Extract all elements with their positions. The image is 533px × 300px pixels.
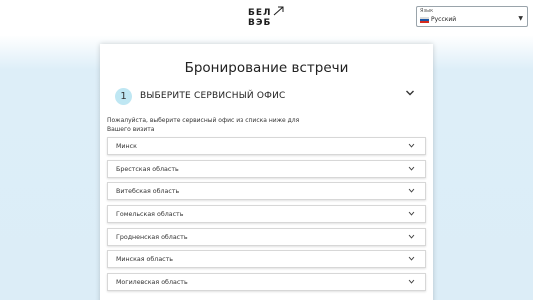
region-item-vitebsk[interactable]: Витебская область — [107, 182, 426, 200]
logo-mark-icon — [273, 6, 284, 16]
chevron-down-icon — [408, 256, 415, 261]
step-hint-text: Пожалуйста, выберите сервисный офис из с… — [107, 117, 300, 133]
region-label: Брестская область — [116, 166, 179, 173]
chevron-down-icon — [406, 90, 414, 96]
chevron-down-icon — [408, 143, 415, 148]
chevron-down-icon — [408, 166, 415, 171]
page-title: Бронирование встречи — [184, 60, 349, 76]
chevron-down-icon — [408, 211, 415, 216]
region-item-brest[interactable]: Брестская область — [107, 160, 426, 178]
region-item-mogilev[interactable]: Могилевская область — [107, 273, 426, 291]
header: БЕЛ ВЭБ Язык Русский ▼ — [0, 0, 533, 36]
language-caption: Язык — [420, 8, 434, 14]
chevron-down-icon: ▼ — [518, 15, 523, 22]
step-title[interactable]: ВЫБЕРИТЕ СЕРВИСНЫЙ ОФИС — [140, 91, 286, 101]
region-label: Витебская область — [116, 188, 180, 195]
russia-flag-icon — [420, 17, 429, 23]
booking-card: Бронирование встречи 1 ВЫБЕРИТЕ СЕРВИСНЫ… — [100, 44, 433, 300]
language-select[interactable]: Язык Русский ▼ — [416, 6, 528, 27]
bank-logo[interactable]: БЕЛ ВЭБ — [248, 6, 284, 30]
language-value: Русский — [431, 16, 457, 23]
region-label: Минск — [116, 143, 137, 150]
logo-text-top: БЕЛ — [248, 8, 272, 18]
region-label: Гомельская область — [116, 211, 184, 218]
chevron-down-icon — [408, 279, 415, 284]
region-item-gomel[interactable]: Гомельская область — [107, 205, 426, 223]
logo-text-bottom: ВЭБ — [248, 18, 272, 28]
chevron-down-icon — [408, 188, 415, 193]
region-label: Минская область — [116, 256, 174, 263]
region-item-grodno[interactable]: Гродненская область — [107, 228, 426, 246]
region-label: Могилевская область — [116, 279, 188, 286]
chevron-down-icon — [408, 234, 415, 239]
step-collapse-chevron-icon[interactable] — [404, 88, 416, 100]
region-item-minsk[interactable]: Минск — [107, 137, 426, 155]
region-item-minsk-oblast[interactable]: Минская область — [107, 250, 426, 268]
region-label: Гродненская область — [116, 234, 188, 241]
step-number-badge: 1 — [115, 88, 132, 105]
